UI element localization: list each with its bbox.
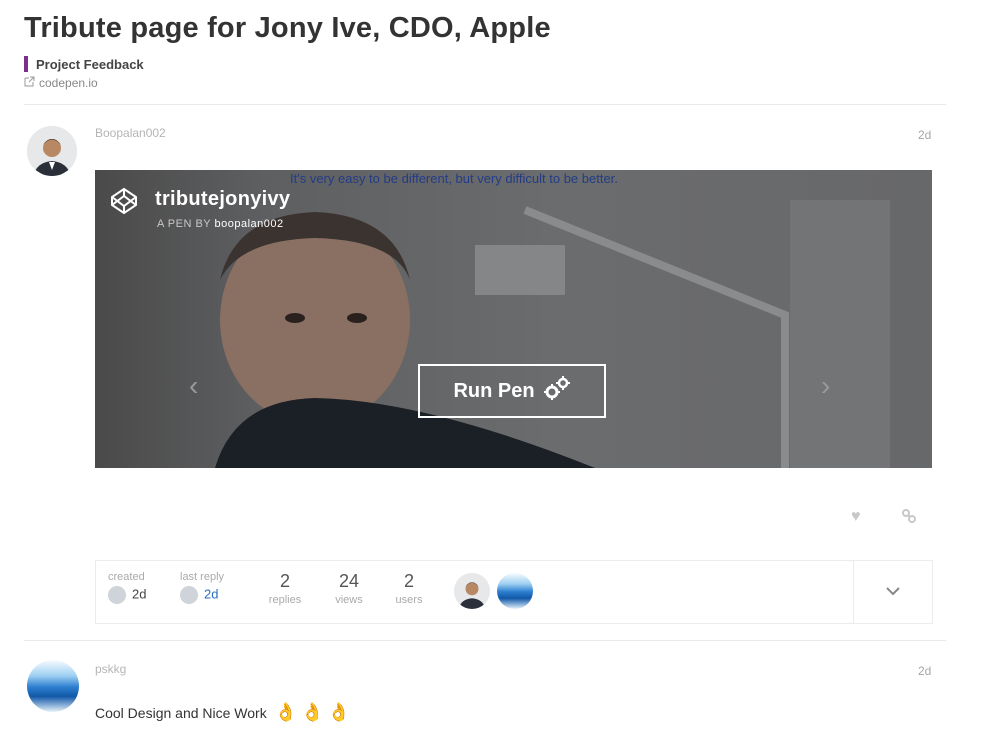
replies-label: replies: [268, 594, 302, 606]
topic-link-text: codepen.io: [39, 76, 98, 90]
ok-hand-emoji-icon: 👌: [274, 702, 298, 722]
last-reply-value: 2d: [204, 586, 219, 602]
onebox-background: [95, 170, 932, 468]
creator-avatar[interactable]: [108, 586, 126, 604]
topic-title[interactable]: Tribute page for Jony Ive, CDO, Apple: [24, 12, 551, 45]
pen-author[interactable]: boopalan002: [215, 218, 284, 230]
views-count: 24: [338, 571, 360, 591]
pen-byline: A PEN BY boopalan002: [157, 218, 284, 230]
summary-last-reply[interactable]: last reply 2d: [180, 571, 224, 604]
created-label: created: [108, 571, 145, 583]
users-label: users: [395, 594, 423, 606]
replies-count: 2: [279, 571, 290, 591]
gears-icon: [543, 375, 571, 407]
post-body: Cool Design and Nice Work 👌 👌 👌: [95, 702, 350, 723]
summary-users: 2 users: [386, 571, 432, 606]
post-date[interactable]: 2d: [918, 664, 931, 678]
topic-summary: created 2d last reply 2d 2 replies 24 vi…: [95, 560, 933, 624]
next-arrow-icon[interactable]: ›: [821, 370, 830, 402]
last-reply-avatar[interactable]: [180, 586, 198, 604]
category-color-bar: [24, 56, 28, 72]
topic-link[interactable]: codepen.io: [24, 76, 98, 90]
category-badge[interactable]: Project Feedback: [24, 56, 144, 72]
divider: [24, 104, 946, 105]
post-username[interactable]: Boopalan002: [95, 126, 166, 140]
summary-replies: 2 replies: [262, 571, 308, 606]
pen-name[interactable]: tributejonyivy: [155, 188, 290, 211]
post-date[interactable]: 2d: [918, 128, 931, 142]
expand-summary-button[interactable]: [853, 561, 932, 623]
prev-arrow-icon[interactable]: ‹: [189, 370, 198, 402]
pen-by-label: A PEN BY: [157, 218, 211, 230]
chevron-down-icon: [885, 583, 901, 601]
created-value: 2d: [132, 586, 147, 602]
summary-views: 24 views: [326, 571, 372, 606]
summary-created: created 2d: [108, 571, 146, 604]
divider: [24, 640, 946, 641]
last-reply-label: last reply: [180, 571, 225, 583]
codepen-onebox[interactable]: tributejonyivy A PEN BY boopalan002 ‹ › …: [95, 170, 932, 468]
avatar-pskkg[interactable]: [27, 660, 79, 712]
external-link-icon: [24, 76, 35, 90]
post-username[interactable]: pskkg: [95, 662, 126, 676]
ok-hand-emoji-icon: 👌: [301, 702, 324, 722]
share-link-icon[interactable]: [901, 508, 917, 529]
codepen-logo-icon: [109, 186, 139, 221]
run-pen-button[interactable]: Run Pen: [418, 364, 606, 418]
users-count: 2: [403, 571, 414, 591]
post-body-text: Cool Design and Nice Work: [95, 705, 267, 721]
like-heart-icon[interactable]: ♥: [851, 508, 861, 526]
avatar-boopalan[interactable]: [27, 126, 77, 176]
views-label: views: [335, 594, 363, 606]
participant-avatar-pskkg[interactable]: [497, 573, 533, 609]
participant-avatar-boopalan[interactable]: [454, 573, 490, 609]
run-pen-label: Run Pen: [453, 379, 535, 402]
category-label: Project Feedback: [36, 56, 144, 72]
ok-hand-emoji-icon: 👌: [327, 702, 350, 722]
pen-quote: It's very easy to be different, but very…: [290, 171, 618, 186]
